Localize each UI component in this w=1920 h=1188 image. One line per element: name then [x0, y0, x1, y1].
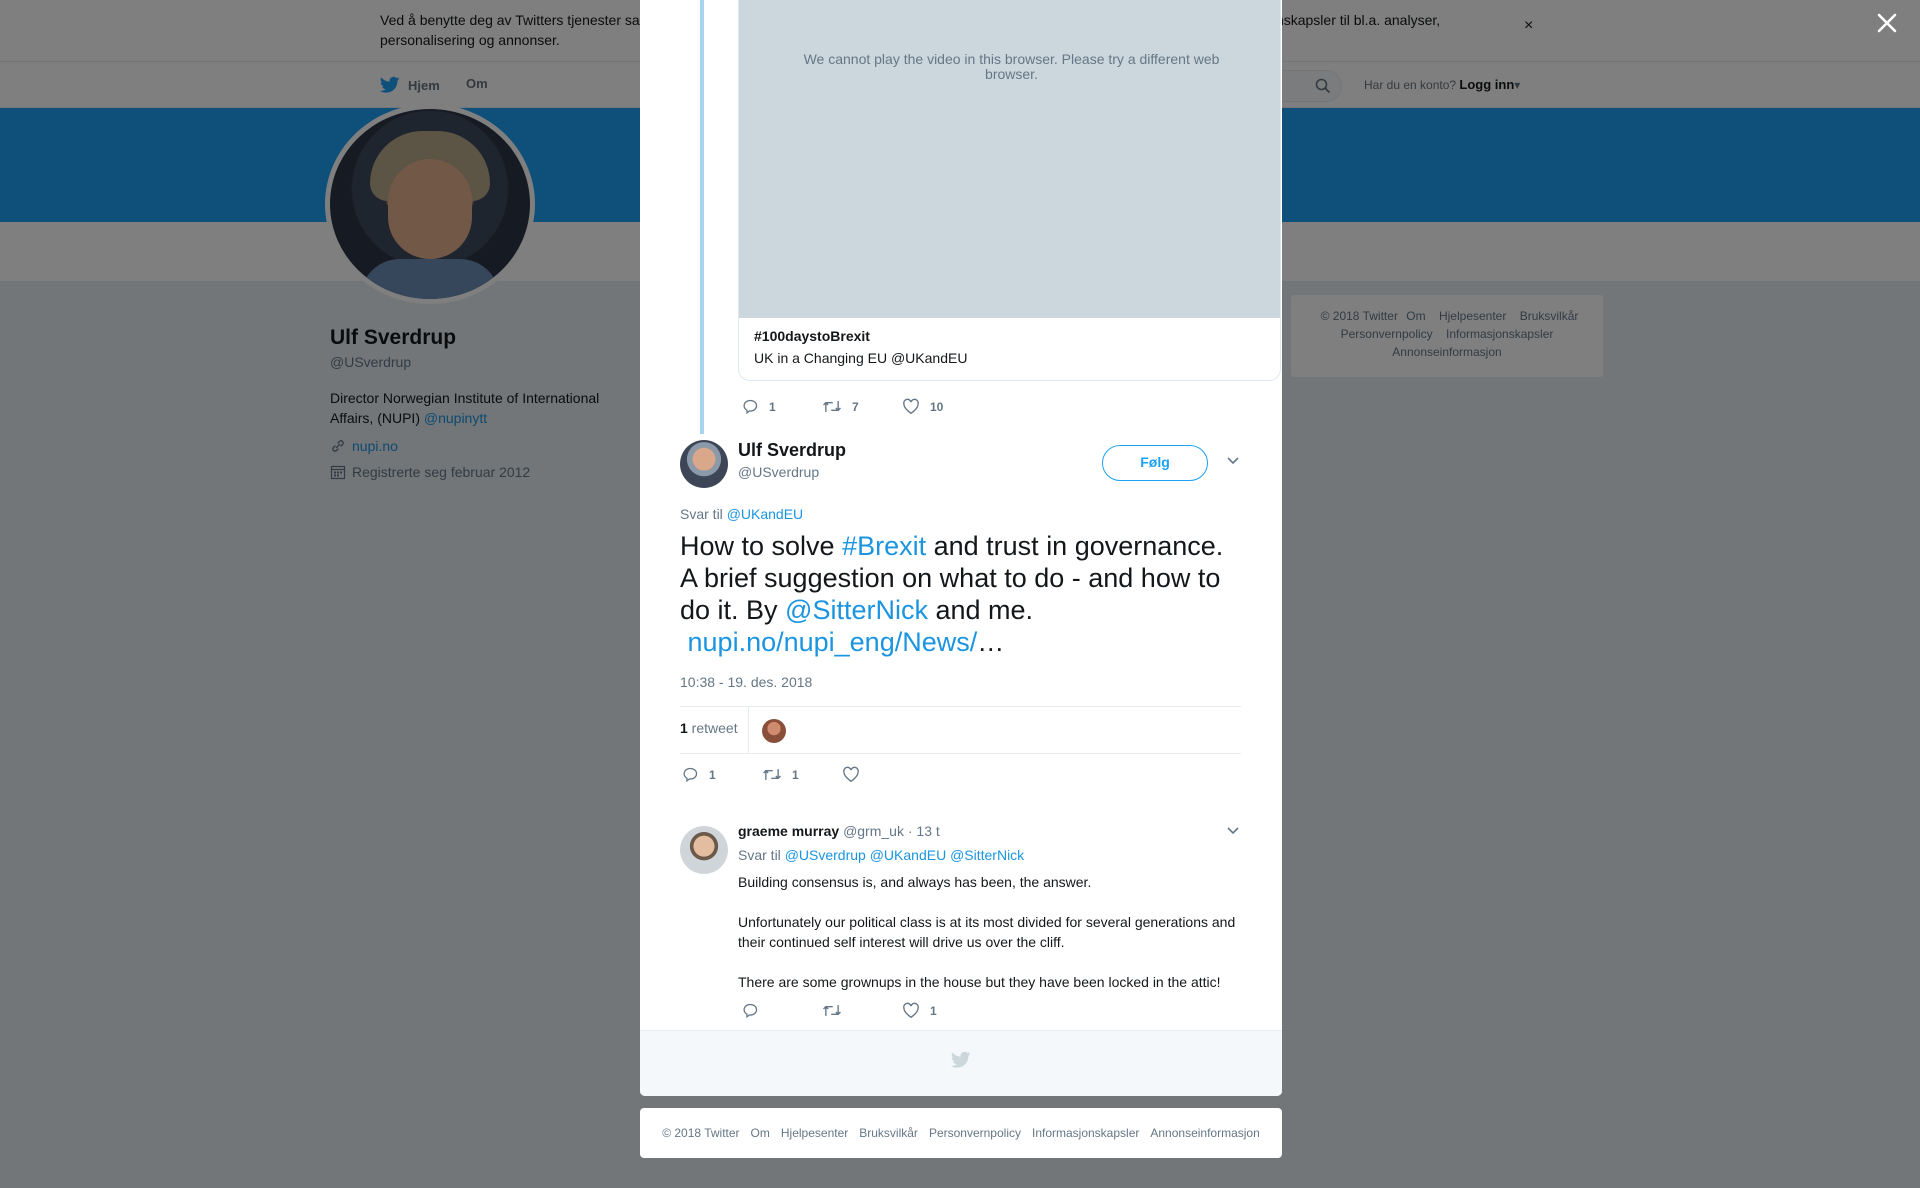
reply-count: 1 — [709, 767, 716, 782]
reply-button[interactable] — [742, 1002, 822, 1019]
reply-context: Svar til @USverdrup @UKandEU @SitterNick — [738, 847, 1024, 863]
tweet-text-part: and me. — [927, 595, 1034, 625]
retweet-icon — [823, 401, 841, 412]
heart-icon — [903, 1002, 919, 1019]
reply-count: 1 — [769, 399, 776, 414]
stats-divider — [748, 707, 749, 753]
reply-tweet-actions: 1 — [742, 1002, 937, 1019]
footer-ads-info[interactable]: Annonseinformasjon — [1150, 1126, 1259, 1140]
video-player[interactable]: We cannot play the video in this browser… — [739, 0, 1280, 318]
retweet-count: 7 — [852, 399, 859, 414]
tweet-author-avatar[interactable] — [680, 440, 728, 488]
modal-footer — [640, 1030, 1282, 1096]
reply-icon — [743, 1003, 758, 1019]
heart-icon — [843, 766, 859, 783]
retweet-button[interactable]: 7 — [822, 398, 902, 415]
link-ellipsis: … — [977, 627, 1005, 657]
tweet-author-handle[interactable]: @USverdrup — [738, 464, 819, 480]
mention-link[interactable]: @SitterNick — [950, 847, 1024, 863]
like-count: 1 — [930, 1003, 937, 1018]
retweet-count: 1 — [792, 767, 799, 782]
reply-author-name[interactable]: graeme murray — [738, 823, 839, 839]
video-card-description: UK in a Changing EU @UKandEU — [754, 350, 968, 366]
mention-link[interactable]: @USverdrup — [785, 847, 866, 863]
reply-paragraph: There are some grownups in the house but… — [738, 974, 1221, 990]
tweet-timestamp[interactable]: 10:38 - 19. des. 2018 — [680, 674, 812, 690]
mention-link[interactable]: @SitterNick — [785, 595, 928, 625]
follow-button[interactable]: Følg — [1102, 445, 1208, 481]
reply-author-handle[interactable]: @grm_uk — [843, 823, 904, 839]
retweet-button[interactable] — [822, 1002, 902, 1019]
reply-icon — [743, 399, 758, 415]
tweet-text: How to solve #Brexit and trust in govern… — [680, 530, 1240, 658]
heart-icon — [903, 398, 919, 415]
reply-prefix: Svar til — [680, 506, 727, 522]
like-button[interactable]: 1 — [902, 1002, 937, 1019]
like-count: 10 — [930, 399, 944, 414]
hashtag-link[interactable]: #Brexit — [842, 531, 926, 561]
reply-prefix: Svar til — [738, 847, 785, 863]
main-tweet-actions: 1 1 — [682, 766, 870, 783]
twitter-bird-icon — [951, 1051, 971, 1068]
reply-to-mention[interactable]: @UKandEU — [727, 506, 803, 522]
reply-paragraph: Unfortunately our political class is at … — [738, 914, 1236, 950]
like-button[interactable]: 10 — [902, 398, 943, 415]
chevron-down-icon[interactable] — [1226, 826, 1240, 836]
footer-about[interactable]: Om — [751, 1126, 770, 1140]
footer-help[interactable]: Hjelpesenter — [781, 1126, 848, 1140]
mention-link[interactable]: @UKandEU — [870, 847, 946, 863]
retweet-icon — [763, 769, 781, 780]
reply-button[interactable]: 1 — [682, 766, 762, 783]
footer-copyright: © 2018 Twitter — [662, 1126, 740, 1140]
retweet-stat[interactable]: 1 retweet — [680, 720, 738, 736]
retweet-stat-count: 1 — [680, 720, 688, 736]
tweet-author-name[interactable]: Ulf Sverdrup — [738, 440, 846, 461]
bottom-footer: © 2018 Twitter Om Hjelpesenter Bruksvilk… — [640, 1108, 1282, 1158]
previous-tweet-actions: 1 7 10 — [742, 398, 943, 415]
like-button[interactable] — [842, 766, 870, 783]
retweet-button[interactable]: 1 — [762, 766, 842, 783]
video-card[interactable]: We cannot play the video in this browser… — [738, 0, 1281, 381]
reply-context: Svar til @UKandEU — [680, 506, 803, 522]
reply-time[interactable]: · 13 t — [908, 823, 940, 839]
reply-button[interactable]: 1 — [742, 398, 822, 415]
tweet-text-part: How to solve — [680, 531, 843, 561]
reply-icon — [683, 767, 698, 783]
footer-cookies[interactable]: Informasjonskapsler — [1032, 1126, 1139, 1140]
retweet-icon — [823, 1005, 841, 1016]
video-unsupported-message: We cannot play the video in this browser… — [803, 51, 1220, 82]
thread-connector-line — [700, 0, 704, 434]
url-link[interactable]: nupi.no/nupi_eng/News/ — [688, 627, 978, 657]
retweeter-avatar[interactable] — [762, 719, 786, 743]
chevron-down-icon[interactable] — [1226, 456, 1240, 466]
footer-privacy[interactable]: Personvernpolicy — [929, 1126, 1021, 1140]
tweet-stats: 1 retweet — [680, 706, 1241, 754]
reply-author-avatar[interactable] — [680, 826, 728, 874]
reply-header: graeme murray @grm_uk · 13 t — [738, 823, 940, 839]
video-card-title: #100daystoBrexit — [754, 328, 870, 344]
reply-text: Building consensus is, and always has be… — [738, 872, 1238, 1012]
footer-terms[interactable]: Bruksvilkår — [859, 1126, 918, 1140]
close-icon[interactable] — [1874, 10, 1900, 36]
tweet-permalink-modal: We cannot play the video in this browser… — [640, 0, 1282, 1096]
reply-paragraph: Building consensus is, and always has be… — [738, 874, 1092, 890]
retweet-stat-label: retweet — [687, 720, 738, 736]
